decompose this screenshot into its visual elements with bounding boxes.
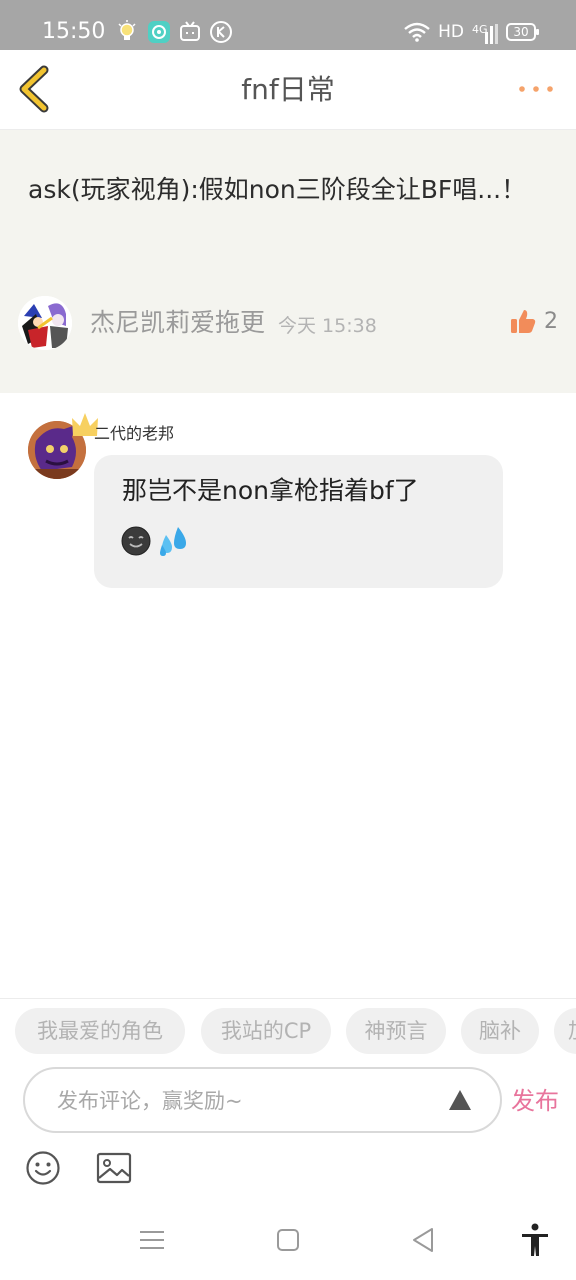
post-text: ask(玩家视角):假如non三阶段全让BF唱...！ <box>28 175 527 204</box>
comment-author[interactable]: 二代的老邦 <box>94 424 174 444</box>
tag-chip[interactable]: 我站的CP <box>201 1008 331 1054</box>
bulb-icon <box>118 20 136 40</box>
battery-level: 30 <box>506 23 539 41</box>
menu-icon[interactable] <box>136 1222 168 1258</box>
post-author[interactable]: 杰尼凯莉爱拖更 <box>90 306 265 340</box>
sweat-droplets-icon <box>160 527 186 556</box>
app-chat-icon <box>148 21 170 43</box>
emoji-icon[interactable] <box>25 1150 61 1186</box>
comment-bubble[interactable]: 那岂不是non拿枪指着bf了 <box>94 455 503 588</box>
status-right: HD 4G 30 <box>404 18 539 46</box>
signal-bars-icon <box>485 24 498 44</box>
comment-text: 那岂不是non拿枪指着bf了 <box>122 476 419 505</box>
image-icon[interactable] <box>96 1150 132 1186</box>
dark-smiling-face-icon <box>121 526 151 556</box>
post-time: 今天 15:38 <box>278 315 377 337</box>
tag-chip[interactable]: 神预言 <box>346 1008 446 1054</box>
signal-indicator: 4G <box>472 20 498 44</box>
accessibility-icon[interactable] <box>519 1222 551 1258</box>
tag-bar: 我最爱的角色 我站的CP 神预言 脑补 加 <box>0 998 576 1066</box>
bilibili-icon <box>180 21 200 41</box>
like-count: 2 <box>544 308 558 334</box>
triangle-up-icon[interactable] <box>448 1089 472 1111</box>
page-title: fnf日常 <box>241 73 335 106</box>
comment-input[interactable]: 发布评论，赢奖励~ <box>23 1067 502 1133</box>
network-type: HD <box>438 22 464 42</box>
tag-chip[interactable]: 我最爱的角色 <box>15 1008 185 1054</box>
status-bar: 15:50 HD 4G 30 <box>0 0 576 50</box>
wifi-icon <box>404 22 430 42</box>
post-card: ask(玩家视角):假如non三阶段全让BF唱...！ 杰尼凯莉爱拖更 今天 1… <box>0 130 576 393</box>
more-dots-icon[interactable] <box>518 74 554 104</box>
system-nav <box>0 1200 576 1280</box>
status-time: 15:50 <box>42 19 106 44</box>
home-icon[interactable] <box>272 1222 304 1258</box>
navbar: fnf日常 <box>0 50 576 130</box>
comment-emojis <box>120 525 190 557</box>
thumbs-up-icon <box>511 310 536 333</box>
tag-chip[interactable]: 脑补 <box>461 1008 539 1054</box>
author-avatar[interactable] <box>18 296 72 350</box>
like-button[interactable]: 2 <box>510 308 558 334</box>
back-icon[interactable] <box>408 1222 440 1258</box>
comment-placeholder: 发布评论，赢奖励~ <box>57 1089 243 1113</box>
tag-chip[interactable]: 加 <box>554 1008 576 1054</box>
k-icon <box>210 21 232 43</box>
publish-button[interactable]: 发布 <box>511 1085 559 1117</box>
